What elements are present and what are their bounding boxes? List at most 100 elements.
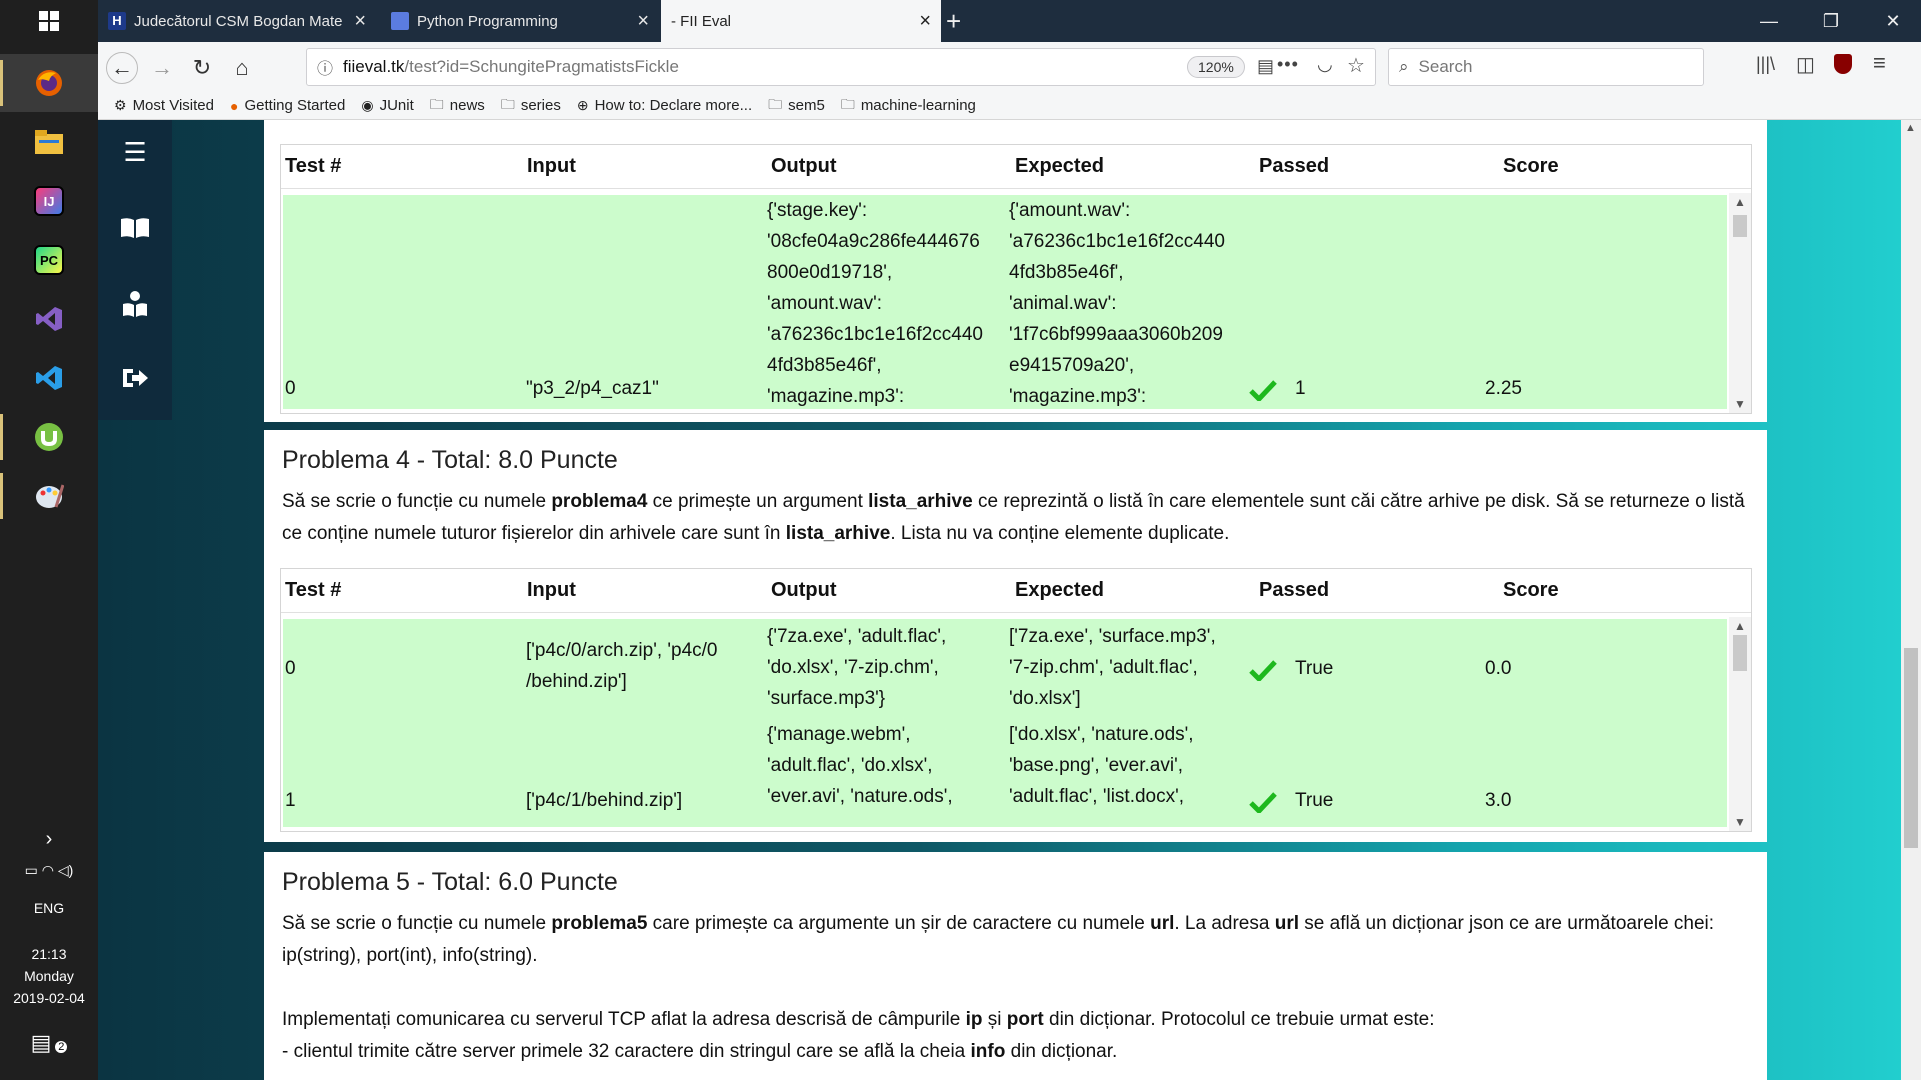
bookmark-star-icon[interactable]: ☆ [1347, 53, 1365, 78]
visual-studio-icon [36, 307, 62, 331]
cell-score: 3.0 [1485, 790, 1512, 811]
problem-4-title: Problema 4 - Total: 8.0 Puncte [282, 446, 618, 474]
windows-taskbar: IJ PC › ▭ ◠ ◁) ENG 21:13 Monday 2019-02-… [0, 0, 98, 1080]
cell-expected: ['7za.exe', 'surface.mp3', '7-zip.chm', … [1009, 626, 1216, 709]
col-score: Score [1503, 579, 1559, 601]
results-table-body[interactable]: 0 ['p4c/0/arch.zip', 'p4c/0 /behind.zip'… [283, 619, 1727, 827]
hamburger-menu-icon[interactable]: ☰ [117, 134, 153, 170]
problem-3-results-table: Test # Input Output Expected Passed Scor… [280, 144, 1752, 414]
page-scroll-thumb[interactable] [1904, 648, 1918, 848]
sidebar-toggle-icon[interactable]: ◫ [1796, 52, 1815, 77]
bookmark-sem5[interactable]: 🗀 sem5 [768, 94, 825, 118]
search-placeholder: Search [1418, 57, 1473, 76]
python-favicon-icon [391, 12, 409, 30]
tab-fii-eval[interactable]: - FII Eval × [661, 0, 941, 42]
cell-input: "p3_2/p4_caz1" [526, 378, 659, 399]
ublock-icon[interactable] [1834, 54, 1852, 74]
bookmark-getting-started[interactable]: ● Getting Started [230, 97, 345, 114]
vscode-icon [36, 366, 62, 390]
zoom-level[interactable]: 120% [1187, 56, 1245, 78]
cell-input: ['p4c/1/behind.zip'] [526, 790, 683, 811]
scroll-down-icon[interactable]: ▼ [1729, 815, 1751, 829]
results-scrollbar[interactable]: ▲ ▼ [1729, 193, 1751, 413]
scroll-thumb[interactable] [1733, 635, 1747, 671]
taskbar-paint[interactable] [0, 467, 98, 525]
results-table-body[interactable]: 0 "p3_2/p4_caz1" {'stage.key': '08cfe04a… [283, 195, 1727, 409]
pocket-icon[interactable]: ◡ [1317, 54, 1333, 75]
menu-hamburger-icon[interactable]: ≡ [1873, 50, 1886, 76]
forward-arrow-icon[interactable]: → [146, 52, 178, 84]
taskbar-utorrent[interactable] [0, 408, 98, 466]
cell-test: 0 [285, 378, 296, 399]
problem-4-card: Problema 4 - Total: 8.0 Puncte Să se scr… [264, 430, 1767, 842]
url-host: fiieval.tk [343, 57, 405, 76]
restore-icon[interactable]: ❐ [1800, 0, 1862, 42]
search-bar[interactable]: ⌕ Search [1388, 48, 1704, 86]
page-actions-icon[interactable]: ••• [1277, 54, 1299, 75]
cell-passed: True [1295, 658, 1334, 679]
notification-count: 2 [55, 1041, 68, 1053]
system-tray-icons[interactable]: ▭ ◠ ◁) [0, 862, 98, 879]
home-icon[interactable]: ⌂ [226, 52, 258, 84]
bookmark-news[interactable]: 🗀 news [430, 94, 485, 118]
show-hidden-icons-chevron-icon[interactable]: › [0, 828, 98, 851]
problem-4-results-table: Test # Input Output Expected Passed Scor… [280, 568, 1752, 832]
table-row: 0 "p3_2/p4_caz1" {'stage.key': '08cfe04a… [283, 195, 1727, 409]
page-scrollbar[interactable]: ▲ [1901, 120, 1921, 1080]
bookmark-series[interactable]: 🗀 series [501, 94, 561, 118]
cell-score: 0.0 [1485, 658, 1512, 679]
reader-view-icon[interactable]: ▤ [1257, 56, 1274, 77]
results-scrollbar[interactable]: ▲ ▼ [1729, 617, 1751, 831]
cell-passed: 1 [1295, 378, 1306, 399]
url-bar[interactable]: ⓘ fiieval.tk/test?id=SchungitePragmatist… [306, 48, 1376, 86]
col-test: Test # [285, 579, 342, 601]
scroll-up-icon[interactable]: ▲ [1905, 122, 1916, 134]
close-window-icon[interactable]: ✕ [1862, 0, 1921, 42]
folder-icon: 🗀 [500, 95, 515, 112]
scroll-up-icon[interactable]: ▲ [1729, 195, 1751, 209]
new-tab-plus-icon[interactable]: + [946, 6, 961, 37]
problem-4-description: Să se scrie o funcție cu numele problema… [282, 491, 1745, 544]
bookmark-most-visited[interactable]: ⚙ Most Visited [114, 97, 214, 114]
reader-user-icon[interactable] [117, 286, 153, 322]
globe-icon: ⊕ [576, 97, 589, 113]
back-arrow-icon[interactable]: ← [106, 52, 138, 84]
bookmark-machine-learning[interactable]: 🗀 machine-learning [841, 94, 976, 118]
col-expected: Expected [1015, 579, 1104, 601]
cell-expected: ['do.xlsx', 'nature.ods', 'base.png', 'e… [1009, 724, 1194, 807]
cell-test: 1 [285, 790, 296, 811]
clock-time[interactable]: 21:13 [0, 946, 98, 962]
taskbar-visual-studio[interactable] [0, 290, 98, 348]
scroll-up-icon[interactable]: ▲ [1729, 619, 1751, 633]
notification-icon: ▤ [30, 1030, 52, 1055]
taskbar-pycharm[interactable]: PC [0, 231, 98, 289]
language-indicator[interactable]: ENG [0, 900, 98, 916]
taskbar-intellij[interactable]: IJ [0, 172, 98, 230]
taskbar-file-explorer[interactable] [0, 113, 98, 171]
bookmark-how-to-declare[interactable]: ⊕ How to: Declare more... [577, 97, 752, 114]
windows-start-button[interactable] [0, 0, 98, 42]
taskbar-vscode[interactable] [0, 349, 98, 407]
tab-close-icon[interactable]: × [637, 10, 649, 33]
tab-python-programming[interactable]: Python Programming × [381, 0, 659, 42]
intellij-icon: IJ [34, 186, 64, 216]
reload-icon[interactable]: ↻ [186, 52, 218, 84]
check-icon [1249, 660, 1277, 681]
logout-icon[interactable] [117, 360, 153, 396]
paint-icon [36, 484, 64, 508]
book-icon[interactable] [117, 210, 153, 246]
action-center-button[interactable]: ▤ 2 [0, 1030, 98, 1056]
gear-icon: ⚙ [114, 97, 127, 113]
tab-judecatorul[interactable]: H Judecătorul CSM Bogdan Mate × [98, 0, 376, 42]
site-info-icon[interactable]: ⓘ [307, 55, 343, 79]
scroll-thumb[interactable] [1733, 215, 1747, 237]
problem-5-title: Problema 5 - Total: 6.0 Puncte [282, 868, 618, 896]
taskbar-firefox[interactable] [0, 54, 98, 112]
tab-close-icon[interactable]: × [354, 10, 366, 33]
col-test: Test # [285, 155, 342, 177]
minimize-icon[interactable]: — [1738, 0, 1800, 42]
bookmark-junit[interactable]: ◉ JUnit [361, 97, 413, 114]
tab-close-icon[interactable]: × [919, 10, 931, 33]
library-icon[interactable]: |||\ [1756, 54, 1775, 75]
scroll-down-icon[interactable]: ▼ [1729, 397, 1751, 411]
